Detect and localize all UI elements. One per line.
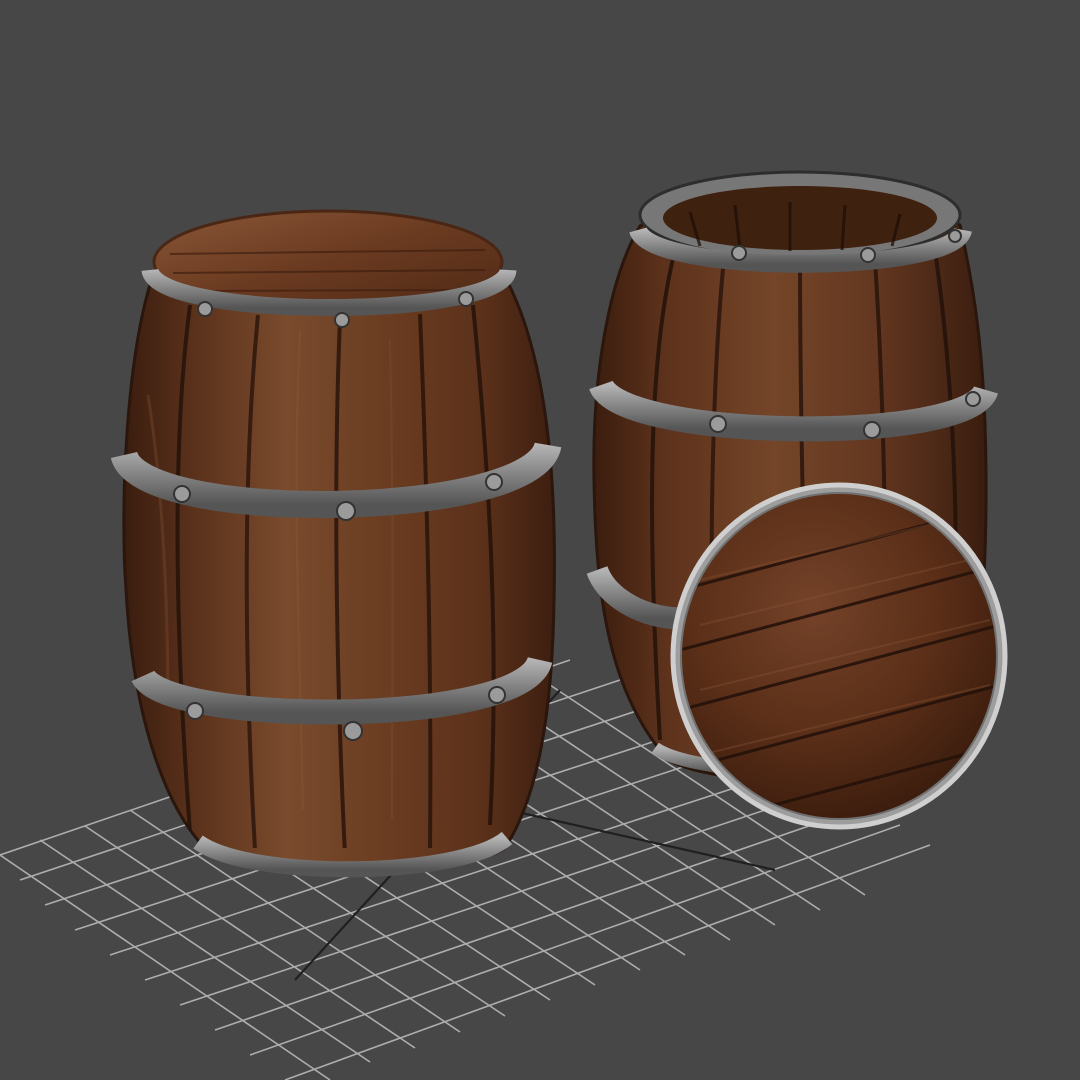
viewport-scene[interactable] xyxy=(0,0,1080,1080)
closed-barrel[interactable] xyxy=(110,209,562,878)
3d-viewport[interactable] xyxy=(0,0,1080,1080)
barrel-lid[interactable] xyxy=(670,482,1008,830)
